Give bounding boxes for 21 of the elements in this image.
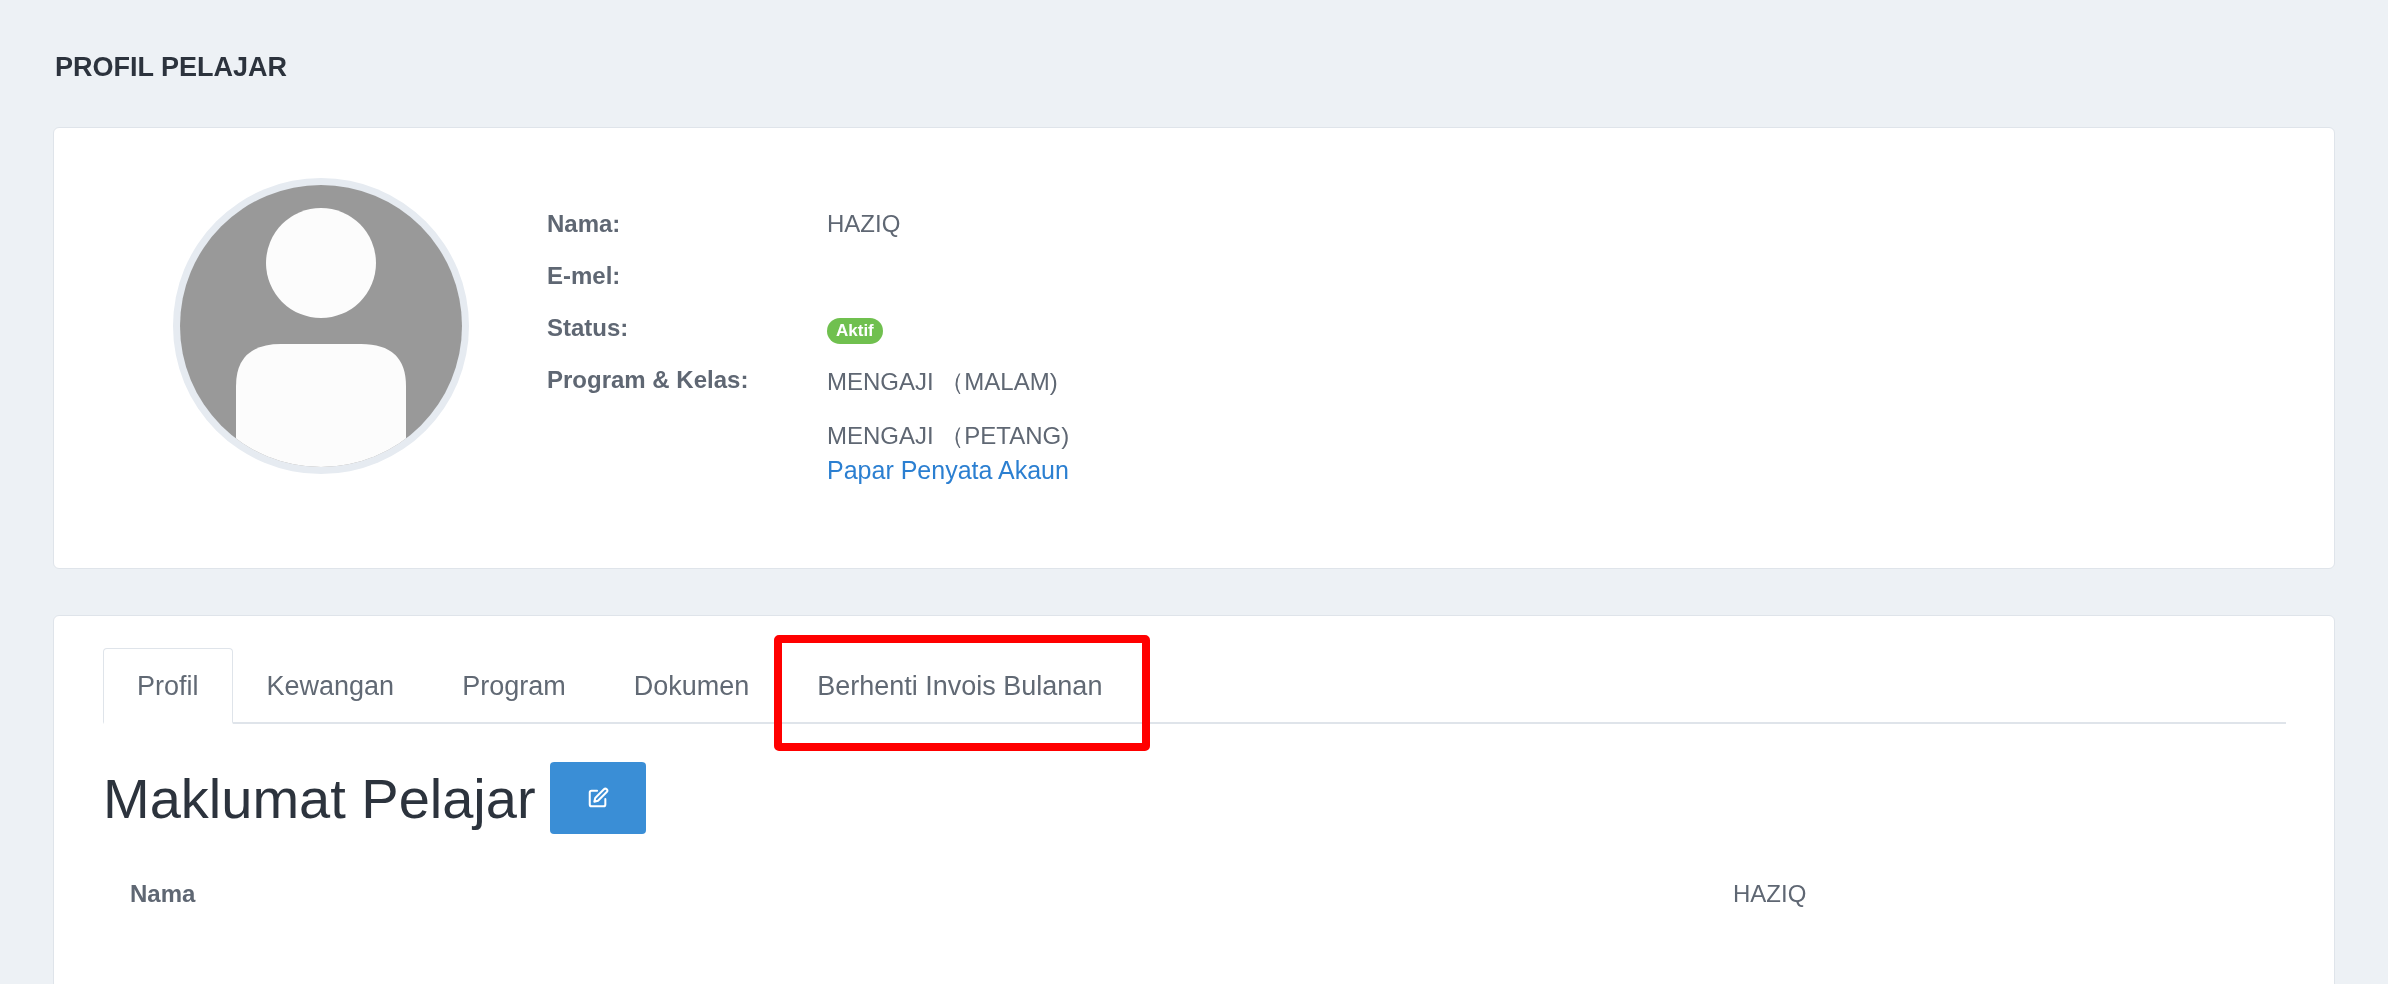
- edit-icon: [586, 787, 609, 809]
- row-value: HAZIQ: [1733, 880, 1807, 908]
- row-label: Nama: [130, 880, 197, 908]
- field-label: Program & Kelas:: [547, 366, 750, 395]
- tab[interactable]: Profil: [103, 648, 233, 724]
- field-value: MENGAJI （PETANG): [827, 421, 1070, 451]
- tab[interactable]: Berhenti Invois Bulanan: [783, 648, 1137, 722]
- status-badge: Aktif: [827, 318, 883, 344]
- field-label: E-mel:: [547, 262, 622, 291]
- tab[interactable]: Kewangan: [232, 648, 429, 722]
- tab[interactable]: Program: [428, 648, 600, 722]
- edit-button[interactable]: [549, 762, 646, 834]
- section-title: Maklumat Pelajar: [103, 765, 536, 831]
- statement-link[interactable]: Papar Penyata Akaun: [827, 456, 1069, 485]
- field-label: Nama:: [547, 210, 622, 239]
- page-title: PROFIL PELAJAR: [55, 52, 289, 83]
- field-value: MENGAJI （MALAM): [827, 367, 1058, 397]
- field-value: HAZIQ: [827, 210, 901, 238]
- avatar-icon: [171, 176, 471, 476]
- field-label: Status:: [547, 314, 630, 343]
- tab[interactable]: Dokumen: [599, 648, 784, 722]
